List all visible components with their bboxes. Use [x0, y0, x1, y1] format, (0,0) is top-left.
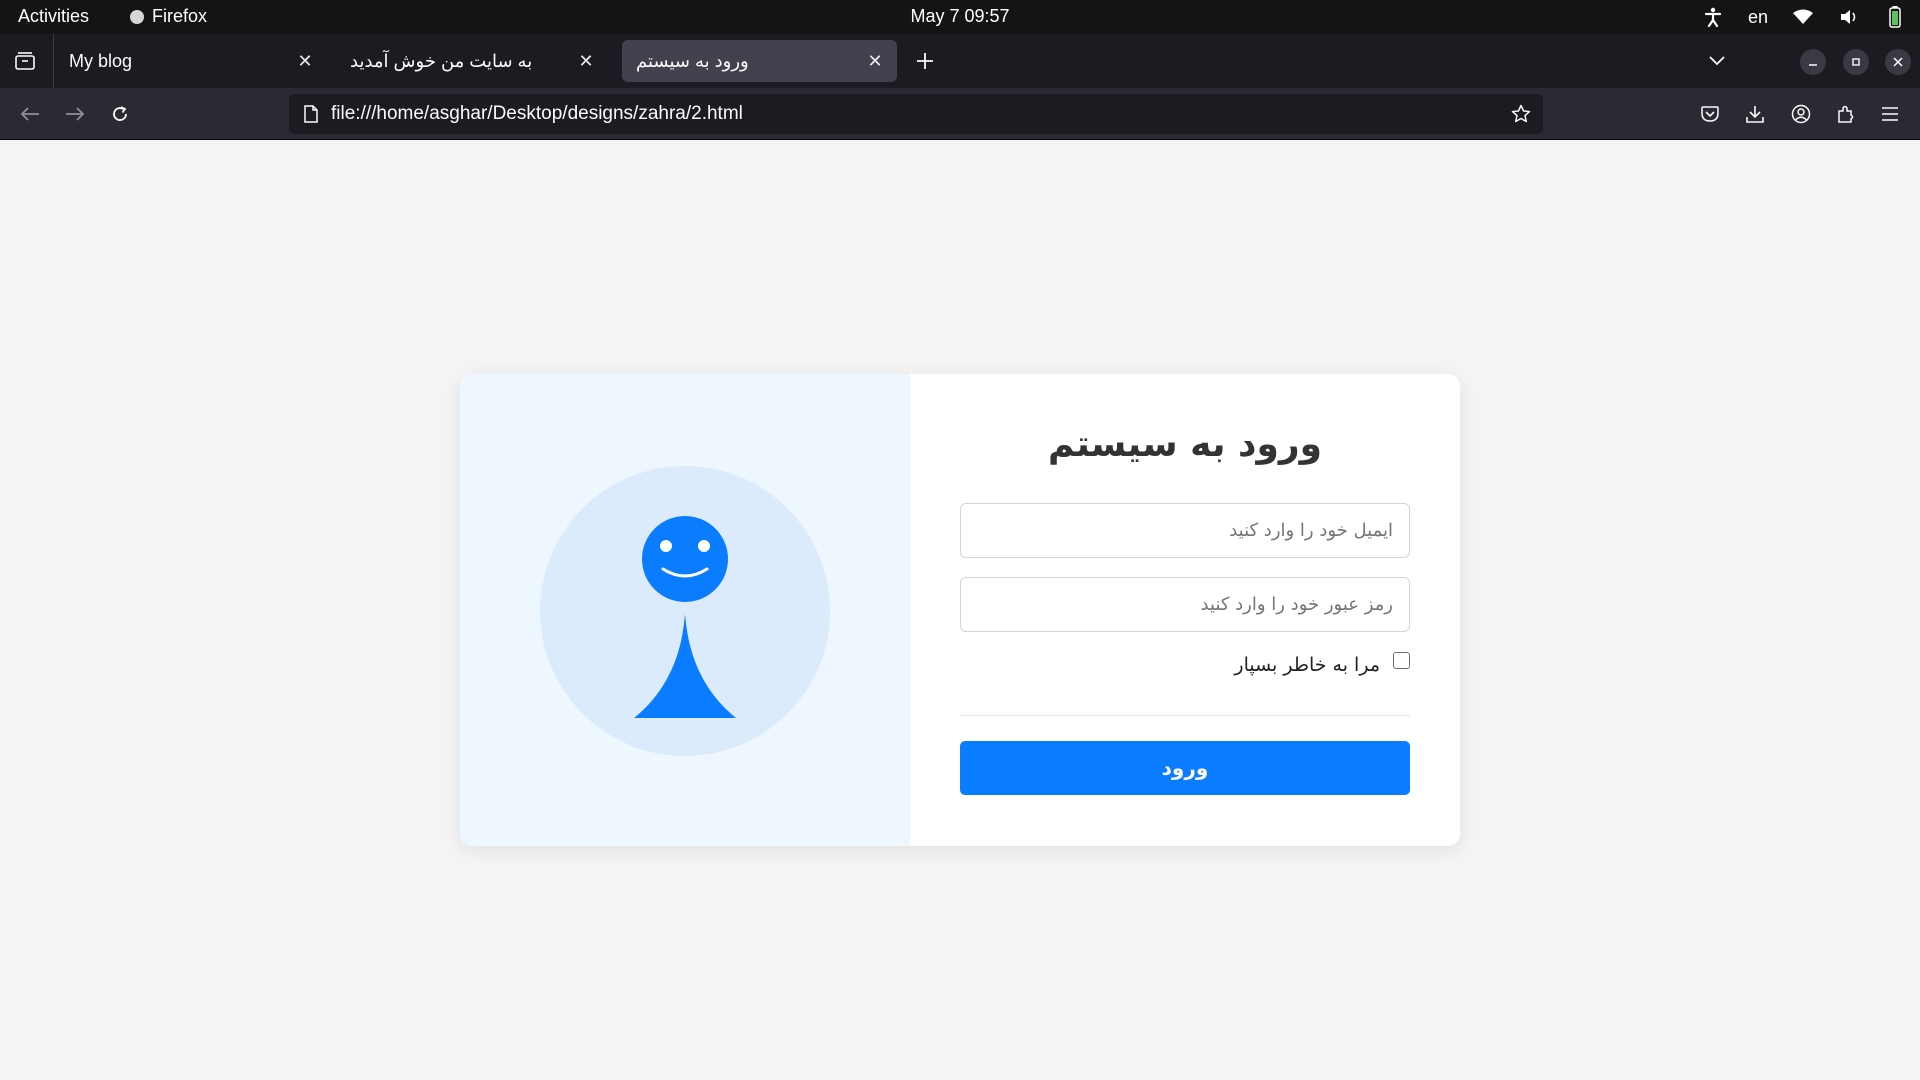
firefox-icon	[130, 9, 144, 24]
back-icon[interactable]	[15, 99, 45, 129]
menu-icon[interactable]	[1875, 99, 1905, 129]
pocket-icon[interactable]	[1695, 99, 1725, 129]
url-text[interactable]: file:///home/asghar/Desktop/designs/zahr…	[331, 103, 743, 125]
right-eye	[698, 540, 710, 552]
app-menu[interactable]: Firefox	[130, 6, 207, 27]
close-window-icon[interactable]	[1885, 49, 1911, 75]
address-bar[interactable]: file:///home/asghar/Desktop/designs/zahr…	[289, 94, 1543, 134]
tab-strip: My blog ✕ به سایت من خوش آمدید ✕ ورود به…	[0, 34, 1920, 88]
tab-overview-icon[interactable]	[8, 46, 42, 76]
login-title: ورود به سیستم	[1047, 424, 1323, 465]
close-icon[interactable]: ✕	[293, 49, 317, 73]
volume-icon[interactable]	[1838, 6, 1860, 28]
close-icon[interactable]: ✕	[863, 49, 887, 73]
accessibility-icon[interactable]	[1702, 6, 1724, 28]
navigation-toolbar: file:///home/asghar/Desktop/designs/zahr…	[0, 88, 1920, 140]
form-divider	[960, 715, 1410, 716]
battery-icon[interactable]	[1884, 6, 1906, 28]
new-tab-icon[interactable]	[910, 46, 940, 76]
tab-label: به سایت من خوش آمدید	[350, 51, 533, 71]
download-icon[interactable]	[1740, 99, 1770, 129]
tab-label: ورود به سیستم	[636, 51, 749, 71]
user-illustration	[540, 466, 830, 756]
smiley-head-icon	[642, 516, 728, 602]
bookmark-star-icon[interactable]	[1509, 102, 1533, 126]
tab-label: My blog	[69, 51, 133, 71]
tab-welcome[interactable]: به سایت من خوش آمدید ✕	[336, 40, 608, 82]
system-tray[interactable]: en	[1702, 0, 1906, 34]
minimize-icon[interactable]	[1800, 49, 1826, 75]
page-content: ورود به سیستم مرا به خاطر بسپار ورود	[0, 140, 1920, 1080]
tab-list-icon[interactable]	[1702, 46, 1732, 76]
forward-icon[interactable]	[60, 99, 90, 129]
page-icon	[301, 104, 321, 124]
app-name: Firefox	[152, 6, 208, 26]
system-top-bar: Activities Firefox May 7 09:57 en	[0, 0, 1920, 34]
close-icon[interactable]: ✕	[574, 49, 598, 73]
clock[interactable]: May 7 09:57	[0, 6, 1920, 27]
email-input[interactable]	[960, 503, 1410, 558]
remember-me-checkbox[interactable]	[1393, 652, 1410, 669]
maximize-icon[interactable]	[1843, 49, 1869, 75]
left-eye	[660, 540, 672, 552]
wifi-icon[interactable]	[1792, 6, 1814, 28]
keyboard-language[interactable]: en	[1748, 7, 1768, 28]
tab-my-blog[interactable]: My blog ✕	[55, 40, 327, 82]
tab-login[interactable]: ورود به سیستم ✕	[622, 40, 897, 82]
illustration-panel	[460, 374, 910, 846]
extensions-icon[interactable]	[1831, 99, 1861, 129]
activities-button[interactable]: Activities	[18, 6, 89, 27]
password-input[interactable]	[960, 577, 1410, 632]
account-icon[interactable]	[1786, 99, 1816, 129]
tab-strip-separator	[53, 34, 54, 88]
login-card: ورود به سیستم مرا به خاطر بسپار ورود	[460, 374, 1460, 846]
login-form: ورود به سیستم مرا به خاطر بسپار ورود	[910, 374, 1460, 846]
remember-me-row: مرا به خاطر بسپار	[960, 652, 1410, 682]
reload-icon[interactable]	[105, 99, 135, 129]
remember-me-label[interactable]: مرا به خاطر بسپار	[1234, 654, 1380, 676]
login-button[interactable]: ورود	[960, 741, 1410, 795]
